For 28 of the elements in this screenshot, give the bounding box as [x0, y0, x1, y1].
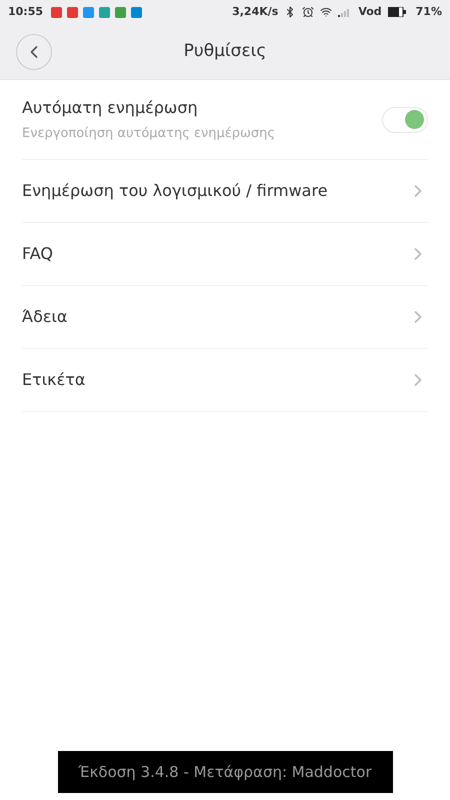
- toggle-switch[interactable]: [382, 106, 428, 132]
- row-title: Αυτόματη ενημέρωση: [22, 96, 199, 119]
- notification-icon: [51, 6, 62, 18]
- row-subtitle: Ενεργοποίηση αυτόματης ενημέρωσης: [22, 124, 276, 143]
- row-title: Ενημέρωση του λογισμικού / firmware: [22, 180, 328, 202]
- settings-row[interactable]: Ετικέτα: [22, 349, 428, 412]
- alarm-icon: [302, 6, 314, 18]
- notification-icon: [83, 6, 94, 18]
- settings-row[interactable]: Αυτόματη ενημέρωση Ενεργοποίηση αυτόματης ενημέρωσης: [22, 80, 428, 160]
- page-title: Ρυθμίσεις: [184, 40, 266, 63]
- carrier: Vod: [358, 4, 382, 20]
- notification-icon: [99, 6, 110, 18]
- notification-icon: [67, 6, 78, 18]
- back-button[interactable]: [16, 34, 52, 70]
- row-title: Άδεια: [22, 306, 68, 328]
- battery-icon: [388, 7, 406, 17]
- clock: 10:55: [8, 4, 44, 20]
- row-title: Ετικέτα: [22, 369, 86, 391]
- settings-row[interactable]: Άδεια: [22, 286, 428, 349]
- settings-row[interactable]: Ενημέρωση του λογισμικού / firmware: [22, 160, 428, 223]
- notification-icon: [131, 6, 142, 18]
- battery-level: 71%: [416, 4, 442, 20]
- toast-message: Έκδοση 3.4.8 - Μετάφραση: Maddoctor: [58, 751, 392, 793]
- notification-icon: [115, 6, 126, 18]
- row-title: FAQ: [22, 243, 53, 265]
- toggle-knob: [405, 110, 424, 129]
- settings-row[interactable]: FAQ: [22, 223, 428, 286]
- network-speed: 3,24K/s: [232, 4, 278, 20]
